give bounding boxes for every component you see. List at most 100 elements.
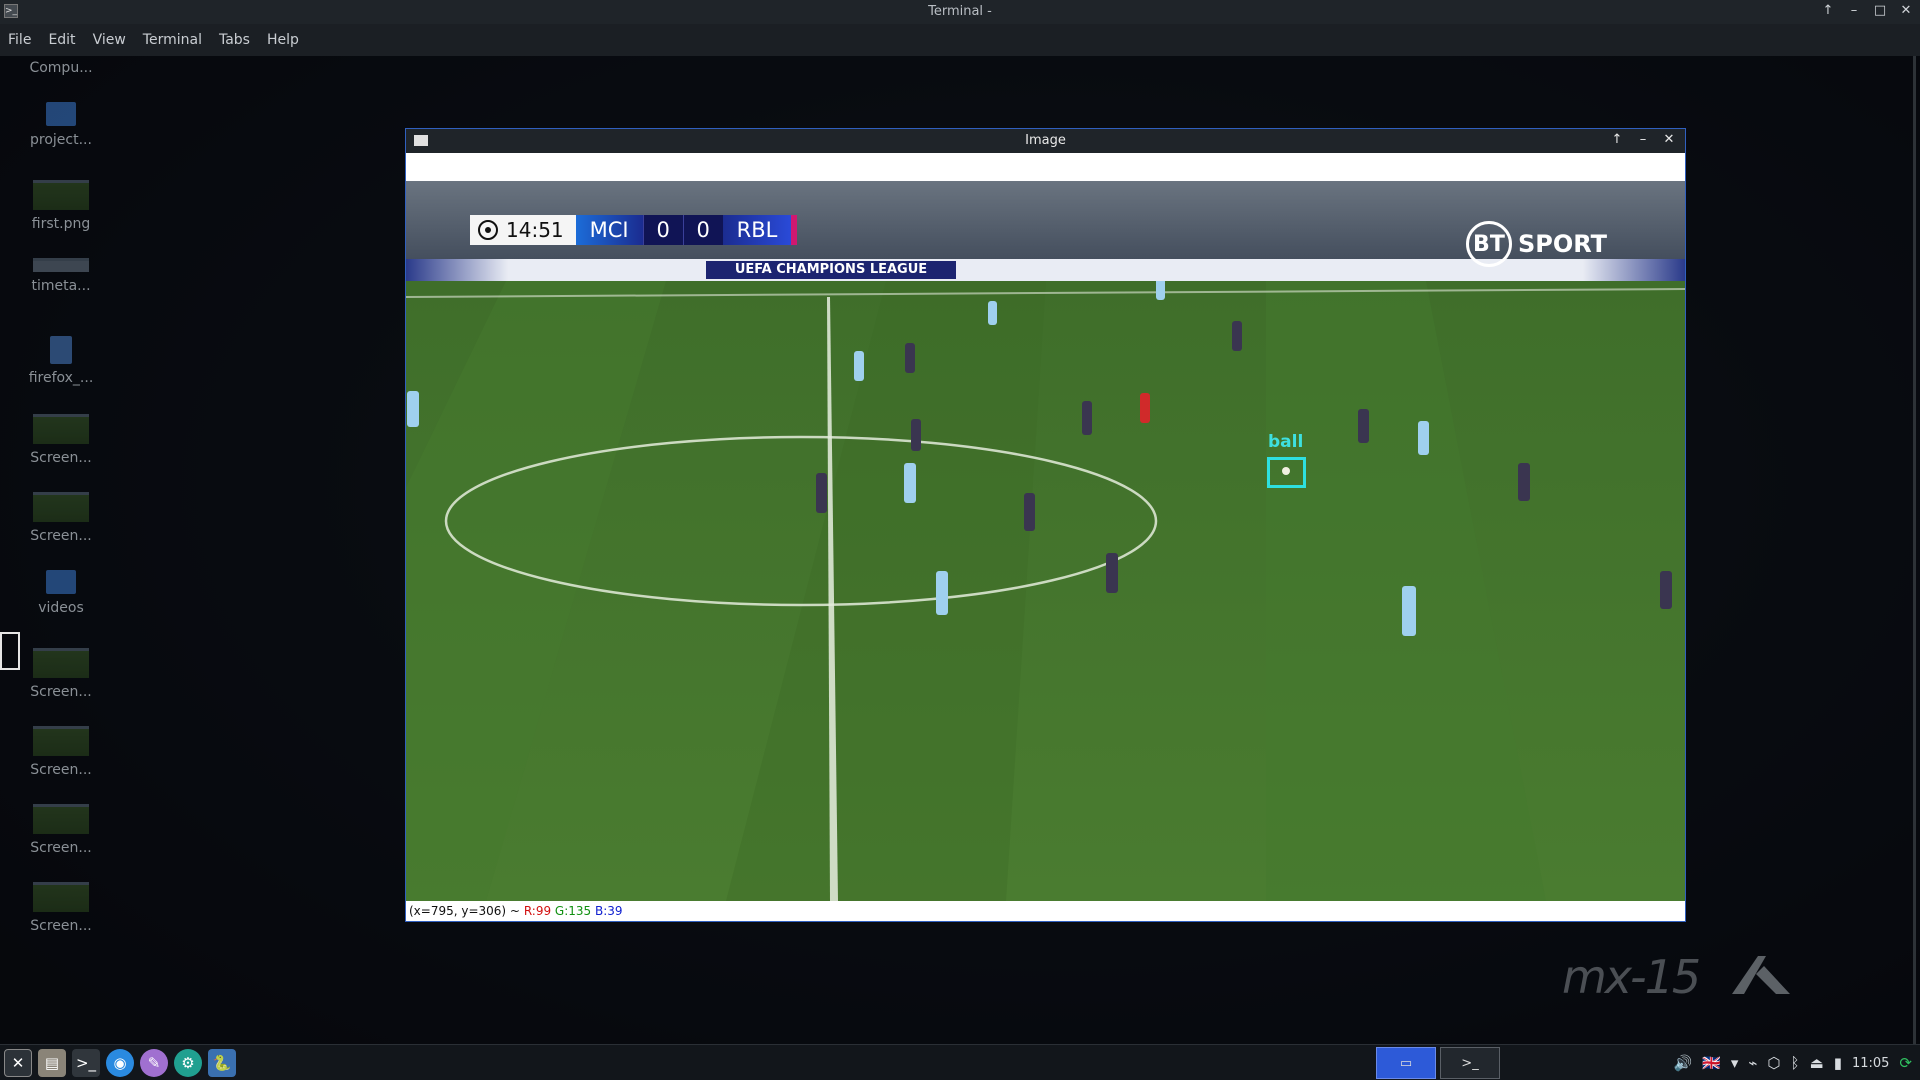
broadcaster-name: SPORT bbox=[1517, 230, 1607, 258]
volume-icon[interactable]: 🔊 bbox=[1673, 1054, 1692, 1072]
task-terminal[interactable]: >_ bbox=[1440, 1047, 1500, 1079]
match-clock: 14:51 bbox=[470, 215, 576, 245]
image-thumbnail-icon bbox=[33, 726, 89, 756]
image-thumbnail-icon bbox=[33, 258, 89, 272]
desktop-icon-screenshot[interactable]: Screen... bbox=[20, 492, 102, 570]
file-icon bbox=[50, 336, 72, 364]
minimize-icon[interactable]: – bbox=[1635, 132, 1651, 147]
terminal-icon[interactable]: >_ bbox=[72, 1049, 100, 1077]
image-window[interactable]: Image ↑ – ✕ UEFA CHAMPIONS LEAGUE 14:51 … bbox=[405, 128, 1686, 922]
desktop-icon-firefox[interactable]: firefox_... bbox=[20, 336, 102, 414]
pixel-coords: (x=795, y=306) ~ bbox=[409, 904, 520, 918]
mx-logo-watermark-icon bbox=[1732, 956, 1790, 994]
menu-view[interactable]: View bbox=[93, 32, 126, 48]
desktop-icon-label: Screen... bbox=[30, 918, 92, 934]
bluetooth-icon[interactable]: ᛒ bbox=[1790, 1054, 1799, 1072]
detection-box bbox=[1267, 457, 1306, 488]
desktop-icon-screenshot[interactable]: Screen... bbox=[20, 882, 102, 960]
menu-edit[interactable]: Edit bbox=[48, 32, 75, 48]
paint-icon[interactable]: ✎ bbox=[140, 1049, 168, 1077]
away-team: RBL bbox=[722, 215, 798, 245]
menu-terminal[interactable]: Terminal bbox=[143, 32, 202, 48]
desktop-icon-label: Screen... bbox=[30, 528, 92, 544]
desktop-icon-label: Screen... bbox=[30, 684, 92, 700]
image-thumbnail-icon bbox=[33, 180, 89, 210]
home-score: 0 bbox=[642, 215, 683, 245]
package-icon[interactable]: ⬡ bbox=[1767, 1054, 1780, 1072]
terminal-titlebar: >_ Terminal - ↑ – □ ✕ bbox=[0, 0, 1920, 24]
close-icon[interactable]: ✕ bbox=[1661, 132, 1677, 147]
scoreboard: 14:51 MCI 0 0 RBL bbox=[470, 215, 798, 245]
desktop-icon-label: Screen... bbox=[30, 762, 92, 778]
away-score: 0 bbox=[682, 215, 723, 245]
detection-label: ball bbox=[1268, 432, 1304, 452]
folder-icon bbox=[46, 102, 76, 126]
terminal-scrollbar[interactable] bbox=[1913, 56, 1916, 1056]
pixel-red: R:99 bbox=[523, 904, 552, 918]
menu-file[interactable]: File bbox=[8, 32, 31, 48]
eject-icon[interactable]: ⏏ bbox=[1810, 1054, 1824, 1072]
football-icon bbox=[478, 220, 498, 240]
menu-tabs[interactable]: Tabs bbox=[219, 32, 250, 48]
taskbar: ✕ ▤ >_ ◉ ✎ ⚙ 🐍 ▭ >_ 🔊 🇬🇧 ▾ ⌁ ⬡ ᛒ ⏏ ▮ 11:… bbox=[0, 1044, 1920, 1080]
desktop-icon-videos[interactable]: videos bbox=[20, 570, 102, 648]
clipboard-icon[interactable]: ⌁ bbox=[1748, 1054, 1757, 1072]
desktop-icon-label: Compu... bbox=[29, 60, 93, 76]
broadcaster-logo: BT SPORT bbox=[1465, 221, 1607, 267]
files-icon[interactable]: ▤ bbox=[38, 1049, 66, 1077]
desktop-icon-screenshot[interactable]: Screen... bbox=[20, 648, 102, 726]
desktop-icon-label: Screen... bbox=[30, 840, 92, 856]
maximize-icon[interactable]: □ bbox=[1872, 2, 1888, 20]
python-icon[interactable]: 🐍 bbox=[208, 1049, 236, 1077]
pitch-scene bbox=[406, 181, 1685, 901]
desktop-icon-label: project... bbox=[30, 132, 92, 148]
image-status-bar: (x=795, y=306) ~ R:99 G:135 B:39 bbox=[406, 901, 1685, 921]
desktop-icon-screenshot[interactable]: Screen... bbox=[20, 804, 102, 882]
desktop-icon-label: first.png bbox=[31, 216, 91, 232]
terminal-cursor bbox=[0, 632, 20, 670]
terminal-menubar: File Edit View Terminal Tabs Help bbox=[0, 24, 1920, 56]
settings-icon[interactable]: ⚙ bbox=[174, 1049, 202, 1077]
window-icon: ▭ bbox=[1399, 1055, 1413, 1071]
folder-icon bbox=[46, 570, 76, 594]
wifi-icon[interactable]: ▾ bbox=[1731, 1054, 1739, 1072]
desktop-icon-screenshot[interactable]: Screen... bbox=[20, 726, 102, 804]
menu-help[interactable]: Help bbox=[267, 32, 299, 48]
image-window-titlebar[interactable]: Image ↑ – ✕ bbox=[406, 129, 1685, 153]
keep-above-icon[interactable]: ↑ bbox=[1820, 2, 1836, 20]
desktop-icon-label: videos bbox=[38, 600, 84, 616]
browser-icon[interactable]: ◉ bbox=[106, 1049, 134, 1077]
desktop-icon-timetable[interactable]: timeta... bbox=[20, 258, 102, 336]
pixel-green: G:135 bbox=[554, 904, 592, 918]
image-thumbnail-icon bbox=[33, 648, 89, 678]
taskbar-clock[interactable]: 11:05 bbox=[1852, 1056, 1889, 1071]
desktop-icon-project[interactable]: project... bbox=[20, 102, 102, 180]
mx-logo-icon[interactable]: ✕ bbox=[4, 1049, 32, 1077]
battery-icon[interactable]: ▮ bbox=[1834, 1054, 1842, 1072]
broadcaster-badge: BT bbox=[1465, 221, 1512, 267]
desktop-icon-label: Screen... bbox=[30, 450, 92, 466]
football-frame[interactable]: UEFA CHAMPIONS LEAGUE 14:51 MCI 0 0 RBL … bbox=[406, 181, 1685, 901]
image-toolbar bbox=[406, 153, 1685, 181]
pixel-blue: B:39 bbox=[595, 904, 623, 918]
desktop-icon-label: timeta... bbox=[31, 278, 91, 294]
desktop-icon-screenshot[interactable]: Screen... bbox=[20, 414, 102, 492]
image-thumbnail-icon bbox=[33, 414, 89, 444]
terminal-title: Terminal - bbox=[928, 4, 992, 19]
keep-above-icon[interactable]: ↑ bbox=[1609, 132, 1625, 147]
desktop-icon-label: firefox_... bbox=[28, 370, 94, 386]
image-window-title: Image bbox=[1025, 133, 1066, 148]
keyboard-layout-flag-icon[interactable]: 🇬🇧 bbox=[1702, 1054, 1721, 1072]
competition-banner: UEFA CHAMPIONS LEAGUE bbox=[706, 261, 956, 279]
close-icon[interactable]: ✕ bbox=[1898, 2, 1914, 20]
desktop-icon-first-png[interactable]: first.png bbox=[20, 180, 102, 258]
update-icon[interactable]: ⟳ bbox=[1899, 1054, 1912, 1072]
task-image-window[interactable]: ▭ bbox=[1376, 1047, 1436, 1079]
image-thumbnail-icon bbox=[33, 804, 89, 834]
minimize-icon[interactable]: – bbox=[1846, 2, 1862, 20]
home-team: MCI bbox=[575, 215, 643, 245]
image-thumbnail-icon bbox=[33, 882, 89, 912]
clock-text: 14:51 bbox=[506, 218, 564, 242]
terminal-icon: >_ bbox=[1461, 1055, 1479, 1071]
image-thumbnail-icon bbox=[33, 492, 89, 522]
